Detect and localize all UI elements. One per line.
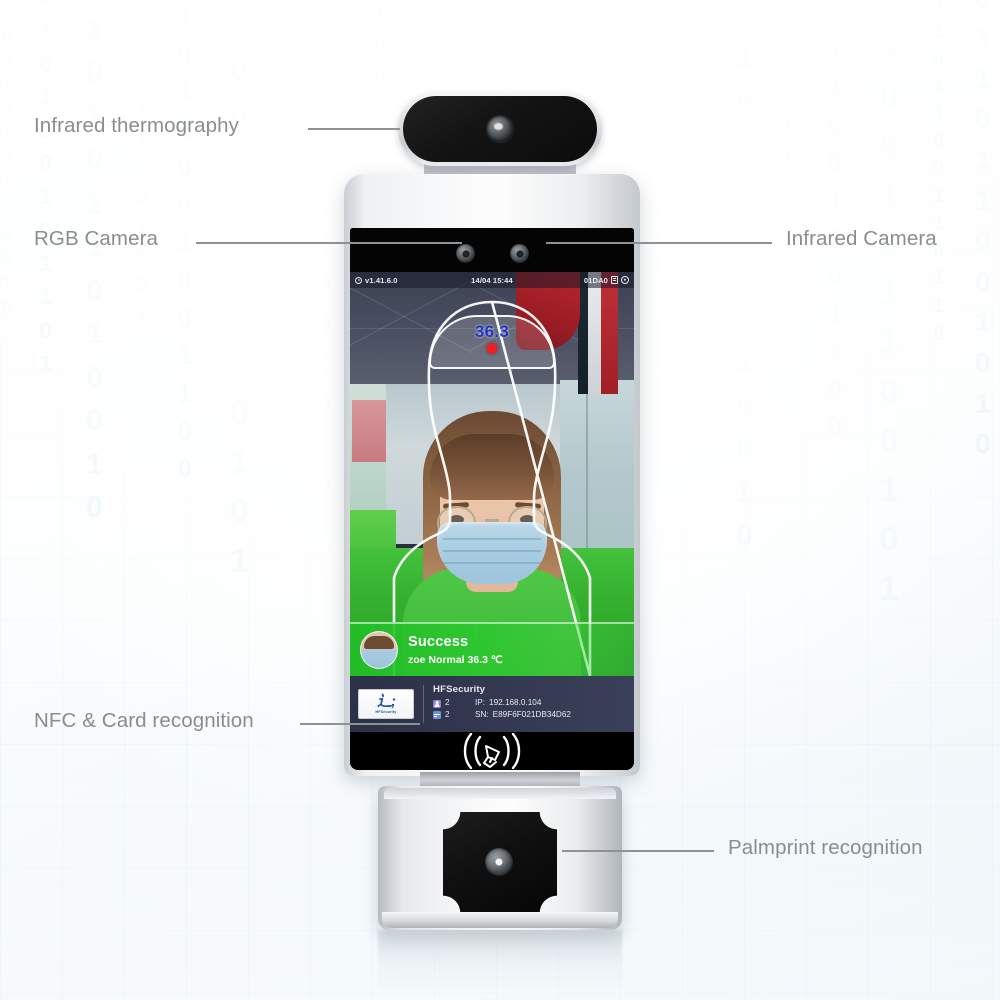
info-divider [423,685,424,723]
recognition-result-banner: Success zoe Normal 36.3 ℃ [350,622,634,676]
leader-line-palmprint-recognition [562,850,714,852]
firmware-version: v1.41.6.0 [365,275,398,285]
status-bar-left: v1.41.6.0 [355,276,398,285]
thermography-module-face [403,96,597,162]
face-count: 2 [445,698,450,708]
base-top-bevel [384,788,616,799]
product-diagram: 1 0 0 1 0 1 0 1 1 0 0 1 00 1 1 0 1 0 0 1… [0,0,1000,1000]
infrared-camera-icon [510,244,529,263]
leader-line-rgb-camera [196,242,462,244]
card-icon [433,711,441,720]
device-screen: 36.3 v1.41.6.0 14/04 15:44 01DA0 Success… [350,228,634,770]
device-code: 01DA0 [583,275,608,285]
leader-line-nfc-card-recognition [300,723,420,725]
scene-column-red [601,272,618,394]
lcd-display: 36.3 v1.41.6.0 14/04 15:44 01DA0 Success… [350,272,634,676]
camera-strip [350,228,634,272]
sn-value: E89F6F021DB34D62 [492,710,571,720]
nfc-reader-area[interactable] [350,732,634,770]
logo-mark-icon: 辶; [377,693,396,710]
ip-label: IP: [475,698,486,708]
logo-subtext: HFSecurity [375,710,397,714]
info-lines: HFSecurity 2 IP: 192.168.0.104 2 SN: E89… [433,685,571,722]
result-title: Success [408,634,469,651]
info-icon [355,276,362,284]
gear-icon[interactable] [621,276,629,284]
card-count: 2 [445,710,450,720]
person-fringe [430,434,554,500]
person-icon [433,699,441,708]
ip-value: 192.168.0.104 [489,698,542,708]
leader-line-infrared-camera [546,242,772,244]
rgb-camera-icon [456,244,475,263]
sn-label: SN: [475,710,489,720]
callout-label-rgb-camera: RGB Camera [34,227,159,250]
avatar [360,631,398,669]
leader-line-infrared-thermography [308,128,400,130]
company-name: HFSecurity [433,684,486,696]
sim-icon [611,276,618,284]
thermography-sensor-icon [487,116,513,142]
scene-column-white [588,272,601,394]
card-count-row: 2 SN: E89F6F021DB34D62 [433,710,571,720]
hfsecurity-logo: 辶; HFSecurity [358,689,414,719]
screen-status-bar: v1.41.6.0 14/04 15:44 01DA0 [350,272,634,288]
scene-poster [352,400,386,462]
callout-label-nfc-card-recognition: NFC & Card recognition [34,709,254,732]
callout-label-infrared-camera: Infrared Camera [786,227,937,250]
base-bottom-bevel [382,912,618,928]
result-text: Success zoe Normal 36.3 ℃ [408,633,503,666]
face-count-row: 2 IP: 192.168.0.104 [433,699,571,708]
result-detail: zoe Normal 36.3 ℃ [408,653,503,666]
device-reflection [378,930,622,994]
status-datetime: 14/04 15:44 [471,275,513,285]
palmprint-sensor-icon [485,848,513,876]
callout-label-palmprint-recognition: Palmprint recognition [728,836,923,859]
infrared-thermography-module [398,92,602,166]
status-bar-right: 01DA0 [584,276,629,285]
callout-label-infrared-thermography: Infrared thermography [34,114,239,137]
nfc-card-tap-icon [463,733,521,769]
